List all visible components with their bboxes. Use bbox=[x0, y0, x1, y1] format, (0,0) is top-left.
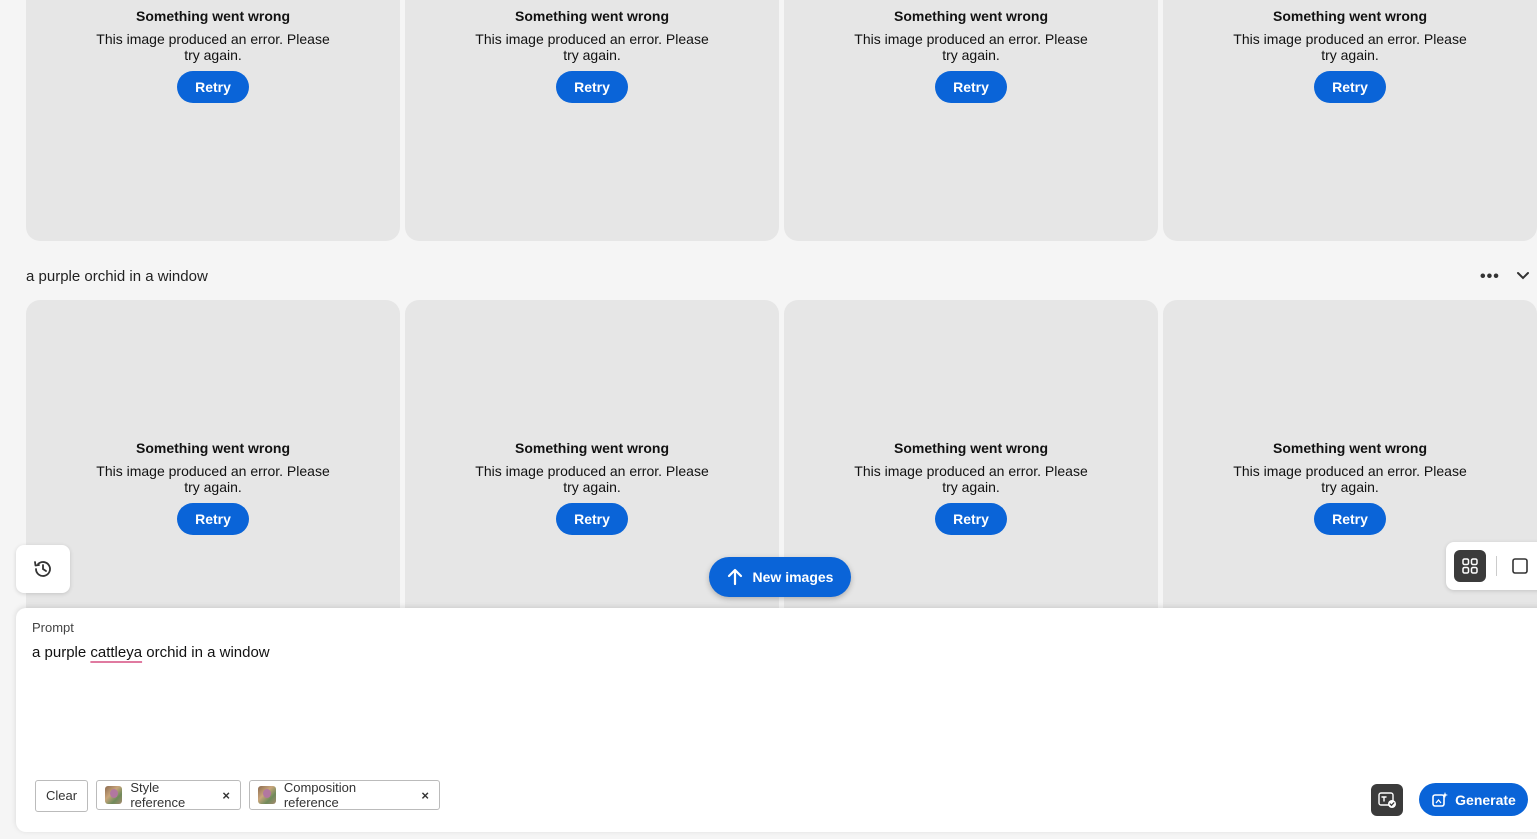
close-icon[interactable]: × bbox=[421, 788, 429, 803]
ellipsis-icon[interactable]: ••• bbox=[1480, 268, 1500, 286]
error-message: This image produced an error. Please try… bbox=[1233, 31, 1467, 63]
divider bbox=[1496, 556, 1497, 576]
reference-thumbnail bbox=[258, 786, 276, 804]
prompt-input[interactable]: a purple cattleya orchid in a window bbox=[32, 644, 270, 661]
error-title: Something went wrong bbox=[136, 440, 290, 456]
error-message: This image produced an error. Please try… bbox=[475, 31, 709, 63]
retry-button[interactable]: Retry bbox=[556, 71, 628, 103]
style-reference-chip[interactable]: Style reference × bbox=[96, 780, 241, 810]
retry-button[interactable]: Retry bbox=[177, 503, 249, 535]
error-title: Something went wrong bbox=[894, 440, 1048, 456]
prompt-label: Prompt bbox=[32, 620, 74, 635]
content-credentials-button[interactable] bbox=[1371, 784, 1403, 816]
chip-label: Style reference bbox=[130, 780, 186, 810]
error-message: This image produced an error. Please try… bbox=[475, 463, 709, 495]
content-credentials-icon bbox=[1378, 792, 1396, 808]
error-title: Something went wrong bbox=[515, 8, 669, 24]
generation-prompt-title: a purple orchid in a window bbox=[26, 268, 208, 285]
error-message: This image produced an error. Please try… bbox=[1233, 463, 1467, 495]
retry-button[interactable]: Retry bbox=[1314, 71, 1386, 103]
error-message: This image produced an error. Please try… bbox=[854, 463, 1088, 495]
close-icon[interactable]: × bbox=[222, 788, 230, 803]
image-card: Something went wrong This image produced… bbox=[26, 300, 400, 620]
error-title: Something went wrong bbox=[136, 8, 290, 24]
error-title: Something went wrong bbox=[515, 440, 669, 456]
generate-button[interactable]: Generate bbox=[1419, 783, 1528, 816]
single-view-button[interactable] bbox=[1510, 556, 1530, 581]
image-card: Something went wrong This image produced… bbox=[405, 0, 779, 241]
error-title: Something went wrong bbox=[1273, 440, 1427, 456]
single-view-icon bbox=[1512, 558, 1528, 574]
image-card: Something went wrong This image produced… bbox=[1163, 0, 1537, 241]
chip-label: Composition reference bbox=[283, 780, 357, 810]
new-images-label: New images bbox=[752, 569, 834, 585]
reference-thumbnail bbox=[105, 786, 123, 804]
retry-button[interactable]: Retry bbox=[1314, 503, 1386, 535]
grid-view-button[interactable] bbox=[1454, 550, 1486, 582]
chevron-down-icon[interactable] bbox=[1516, 269, 1530, 288]
new-images-button[interactable]: New images bbox=[709, 557, 851, 597]
image-card: Something went wrong This image produced… bbox=[784, 0, 1158, 241]
composition-reference-chip[interactable]: Composition reference × bbox=[249, 780, 440, 810]
prompt-text-after: orchid in a window bbox=[142, 644, 270, 661]
history-button[interactable] bbox=[16, 545, 70, 593]
retry-button[interactable]: Retry bbox=[556, 503, 628, 535]
generate-label: Generate bbox=[1455, 791, 1516, 808]
view-toggle bbox=[1446, 542, 1537, 590]
prompt-panel: Prompt a purple cattleya orchid in a win… bbox=[16, 608, 1537, 832]
arrow-up-icon bbox=[727, 568, 742, 586]
error-title: Something went wrong bbox=[894, 8, 1048, 24]
generate-icon bbox=[1432, 791, 1449, 807]
clear-button[interactable]: Clear bbox=[35, 780, 88, 812]
error-message: This image produced an error. Please try… bbox=[96, 463, 330, 495]
image-card: Something went wrong This image produced… bbox=[26, 0, 400, 241]
retry-button[interactable]: Retry bbox=[935, 503, 1007, 535]
error-message: This image produced an error. Please try… bbox=[96, 31, 330, 63]
prompt-text-before: a purple bbox=[32, 644, 91, 661]
history-icon bbox=[34, 561, 51, 577]
misspelled-word: cattleya bbox=[90, 644, 143, 661]
retry-button[interactable]: Retry bbox=[935, 71, 1007, 103]
retry-button[interactable]: Retry bbox=[177, 71, 249, 103]
error-title: Something went wrong bbox=[1273, 8, 1427, 24]
grid-view-icon bbox=[1462, 558, 1478, 574]
top-image-grid: Something went wrong This image produced… bbox=[26, 0, 1537, 241]
error-message: This image produced an error. Please try… bbox=[854, 31, 1088, 63]
